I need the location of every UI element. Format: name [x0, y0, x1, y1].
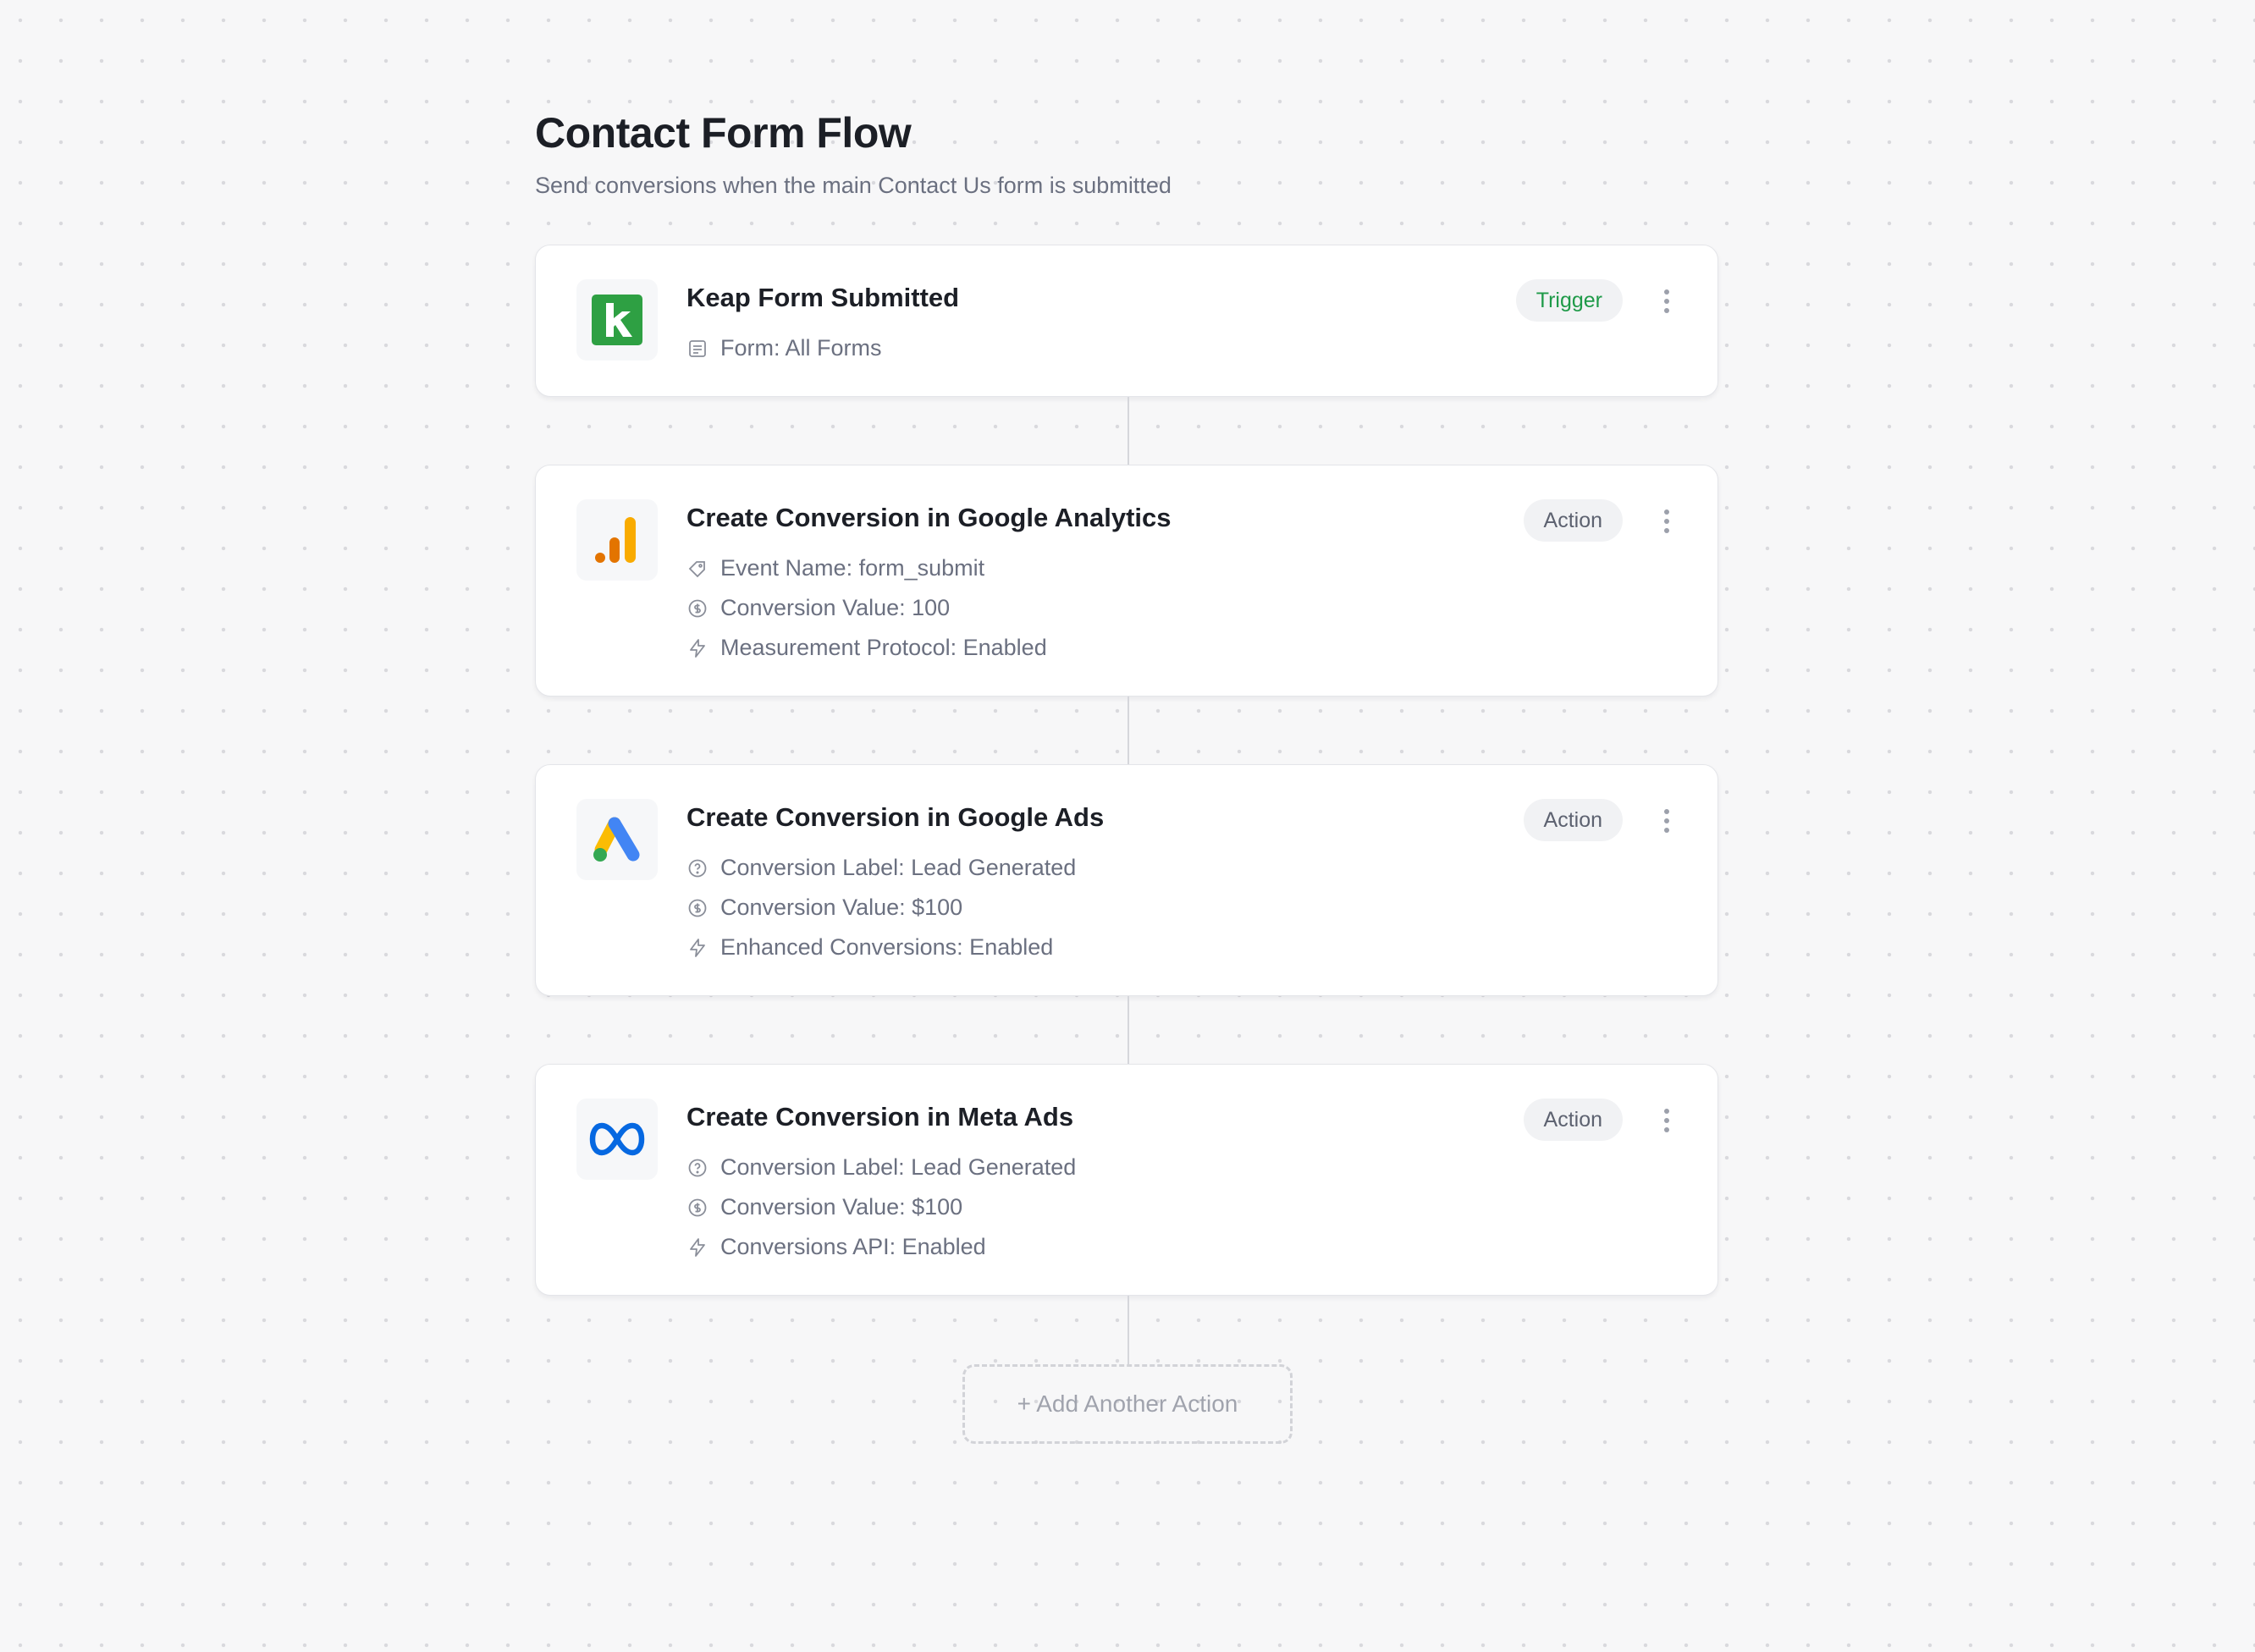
- step-title: Create Conversion in Google Ads: [686, 802, 1105, 832]
- bolt-icon: [686, 937, 708, 959]
- google-analytics-logo-icon: [576, 499, 658, 581]
- tag-icon: [686, 558, 708, 580]
- step-details: Form: All Forms: [686, 328, 882, 368]
- connector-line: [1128, 996, 1129, 1064]
- detail-text: Measurement Protocol: Enabled: [720, 635, 1047, 660]
- google-ads-logo-icon: [576, 799, 658, 880]
- question-circle-icon: [686, 857, 708, 879]
- detail-row: Conversion Value: 100: [686, 588, 1047, 628]
- detail-row: Form: All Forms: [686, 328, 882, 368]
- connector-line: [1128, 1296, 1129, 1364]
- action-card-google-analytics[interactable]: Create Conversion in Google Analytics Ev…: [535, 465, 1718, 697]
- step-details: Conversion Label: Lead Generated Convers…: [686, 1148, 1076, 1267]
- detail-text: Conversion Value: 100: [720, 595, 951, 620]
- detail-row: Event Name: form_submit: [686, 548, 1047, 588]
- more-options-icon[interactable]: [1663, 289, 1670, 313]
- bolt-icon: [686, 1236, 708, 1258]
- dollar-circle-icon: [686, 597, 708, 620]
- detail-row: Conversion Value: $100: [686, 1187, 1076, 1227]
- more-options-icon[interactable]: [1663, 809, 1670, 833]
- action-card-meta-ads[interactable]: Create Conversion in Meta Ads Conversion…: [535, 1064, 1718, 1296]
- detail-text: Event Name: form_submit: [720, 555, 985, 581]
- action-badge: Action: [1523, 799, 1623, 841]
- detail-row: Conversion Label: Lead Generated: [686, 848, 1076, 888]
- step-title: Keap Form Submitted: [686, 283, 960, 312]
- detail-row: Conversion Value: $100: [686, 888, 1076, 928]
- action-card-google-ads[interactable]: Create Conversion in Google Ads Conversi…: [535, 764, 1718, 996]
- detail-row: Conversions API: Enabled: [686, 1227, 1076, 1267]
- question-circle-icon: [686, 1157, 708, 1179]
- bolt-icon: [686, 637, 708, 659]
- detail-text: Conversion Value: $100: [720, 895, 963, 920]
- detail-text: Form: All Forms: [720, 335, 882, 361]
- more-options-icon[interactable]: [1663, 509, 1670, 533]
- step-details: Conversion Label: Lead Generated Convers…: [686, 848, 1076, 967]
- action-badge: Action: [1523, 1099, 1623, 1141]
- more-options-icon[interactable]: [1663, 1109, 1670, 1132]
- meta-logo-icon: [576, 1099, 658, 1180]
- detail-row: Measurement Protocol: Enabled: [686, 628, 1047, 668]
- detail-text: Conversion Label: Lead Generated: [720, 855, 1077, 880]
- action-badge: Action: [1523, 499, 1623, 542]
- keap-logo-icon: [576, 279, 658, 361]
- page-subtitle: Send conversions when the main Contact U…: [535, 173, 1172, 198]
- detail-row: Enhanced Conversions: Enabled: [686, 928, 1076, 967]
- detail-text: Conversion Value: $100: [720, 1194, 963, 1220]
- add-another-action-button[interactable]: + Add Another Action: [962, 1364, 1293, 1444]
- detail-text: Enhanced Conversions: Enabled: [720, 934, 1054, 960]
- step-details: Event Name: form_submit Conversion Value…: [686, 548, 1047, 668]
- trigger-card[interactable]: Keap Form Submitted Form: All Forms Trig…: [535, 245, 1718, 397]
- connector-line: [1128, 397, 1129, 465]
- form-icon: [686, 338, 708, 360]
- trigger-badge: Trigger: [1515, 279, 1623, 322]
- step-title: Create Conversion in Google Analytics: [686, 503, 1172, 532]
- page-title: Contact Form Flow: [535, 109, 912, 157]
- dollar-circle-icon: [686, 897, 708, 919]
- detail-text: Conversion Label: Lead Generated: [720, 1154, 1077, 1180]
- connector-line: [1128, 697, 1129, 764]
- detail-text: Conversions API: Enabled: [720, 1234, 986, 1259]
- step-title: Create Conversion in Meta Ads: [686, 1102, 1074, 1132]
- dollar-circle-icon: [686, 1197, 708, 1219]
- detail-row: Conversion Label: Lead Generated: [686, 1148, 1076, 1187]
